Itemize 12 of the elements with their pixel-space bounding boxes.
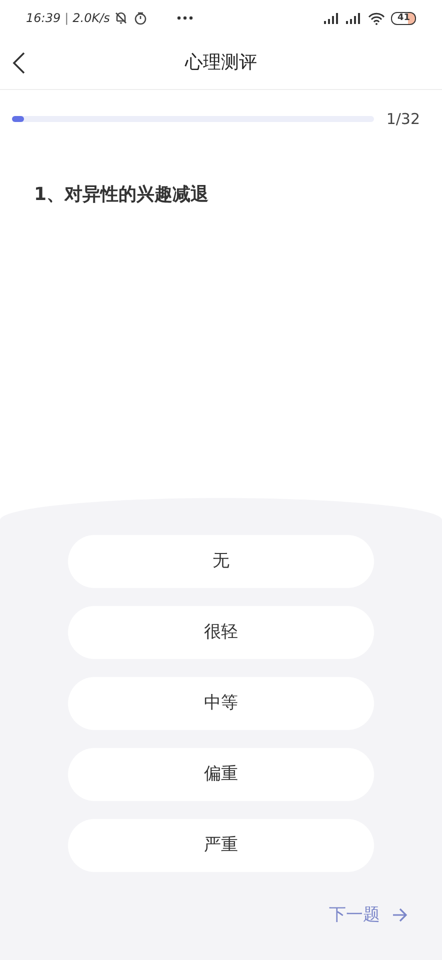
network-speed: 2.0K/s xyxy=(72,10,110,27)
page-title: 心理测评 xyxy=(185,51,257,75)
progress-count: 1/32 xyxy=(386,109,420,130)
answer-option[interactable]: 中等 xyxy=(68,677,374,730)
status-separator: | xyxy=(64,10,69,27)
answer-option[interactable]: 无 xyxy=(68,535,374,588)
battery-indicator: 41 xyxy=(391,12,416,24)
question-text: 1、对异性的兴趣减退 xyxy=(34,182,210,206)
answer-option[interactable]: 偏重 xyxy=(68,748,374,801)
answer-option[interactable]: 很轻 xyxy=(68,606,374,659)
status-time: 16:39 xyxy=(26,10,61,27)
answer-option[interactable]: 严重 xyxy=(68,819,374,872)
